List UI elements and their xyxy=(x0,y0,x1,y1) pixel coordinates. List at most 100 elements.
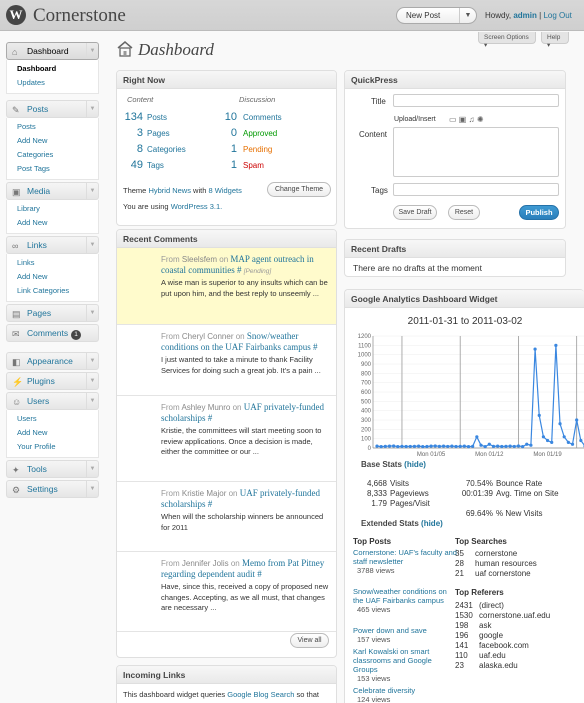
google-analytics-title[interactable]: Google Analytics Dashboard Widget xyxy=(345,290,584,308)
submenu-posts[interactable]: Posts xyxy=(17,120,98,134)
discussion-label[interactable]: Approved xyxy=(243,129,277,138)
tags-input[interactable] xyxy=(393,183,559,196)
google-blog-search-link[interactable]: Google Blog Search xyxy=(227,690,294,699)
comment-author[interactable]: Sleelsfem xyxy=(182,255,217,264)
discussion-label[interactable]: Pending xyxy=(243,145,272,154)
screen-options-button[interactable]: Screen Options ▾ xyxy=(478,32,536,49)
content-count[interactable]: 8 xyxy=(123,143,143,155)
menu-plugins[interactable]: ⚡ Plugins ▼ xyxy=(6,372,99,390)
discussion-count[interactable]: 10 xyxy=(221,111,237,123)
submenu-post-tags[interactable]: Post Tags xyxy=(17,162,98,176)
comment-author[interactable]: Ashley Munro xyxy=(181,403,230,412)
discussion-label[interactable]: Spam xyxy=(243,161,264,170)
comment-author[interactable]: Cheryl Conner xyxy=(182,332,234,341)
publish-button[interactable]: Publish xyxy=(519,205,559,220)
video-icon[interactable]: ▣ xyxy=(459,115,467,124)
save-draft-button[interactable]: Save Draft xyxy=(393,205,437,220)
incoming-pre: This dashboard widget queries xyxy=(123,690,226,699)
top-post-link[interactable]: Power down and save xyxy=(353,626,458,635)
favorite-actions-dropdown[interactable]: New Post ▼ xyxy=(396,7,477,24)
submenu-users[interactable]: Users xyxy=(17,412,98,426)
toggle-arrow-icon[interactable]: ▼ xyxy=(86,237,98,253)
menu-posts[interactable]: ✎ Posts ▼ xyxy=(6,100,99,118)
content-count[interactable]: 3 xyxy=(123,127,143,139)
logout-link[interactable]: Log Out xyxy=(543,11,571,20)
menu-links[interactable]: ∞ Links ▼ xyxy=(6,236,99,254)
submenu-categories[interactable]: Categories xyxy=(17,148,98,162)
discussion-label[interactable]: Comments xyxy=(243,113,282,122)
menu-settings[interactable]: ⚙ Settings ▼ xyxy=(6,480,99,498)
top-post-link[interactable]: Celebrate diversity xyxy=(353,686,458,695)
content-count[interactable]: 134 xyxy=(123,111,143,123)
site-title[interactable]: Cornerstone xyxy=(33,5,126,27)
discussion-count[interactable]: 1 xyxy=(221,159,237,171)
submenu-dashboard[interactable]: Dashboard xyxy=(17,62,98,76)
submenu-links[interactable]: Links xyxy=(17,256,98,270)
toggle-arrow-icon[interactable]: ▼ xyxy=(86,373,98,389)
recent-comments-title[interactable]: Recent Comments xyxy=(117,230,336,248)
submenu-add-new-user[interactable]: Add New xyxy=(17,426,98,440)
content-count[interactable]: 49 xyxy=(123,159,143,171)
image-icon[interactable]: ▭ xyxy=(449,115,457,124)
menu-comments[interactable]: ✉ Comments 1 xyxy=(6,324,99,342)
comment-author[interactable]: Jennifer Jolis xyxy=(182,559,229,568)
chevron-down-icon[interactable]: ▼ xyxy=(459,8,476,23)
wordpress-logo-icon[interactable]: W xyxy=(6,5,26,25)
submenu-add-new-media[interactable]: Add New xyxy=(17,216,98,230)
extended-stats-hide-link[interactable]: (hide) xyxy=(421,519,443,528)
theme-link[interactable]: Hybrid News xyxy=(148,186,191,195)
submenu-your-profile[interactable]: Your Profile xyxy=(17,440,98,454)
toggle-arrow-icon[interactable]: ▼ xyxy=(86,481,98,497)
toggle-arrow-icon[interactable]: ▼ xyxy=(86,393,98,409)
content-label[interactable]: Tags xyxy=(147,161,164,170)
help-button[interactable]: Help ▾ xyxy=(541,32,569,49)
top-post-link[interactable]: Cornerstone: UAF's faculty and staff new… xyxy=(353,548,458,566)
menu-media[interactable]: ▣ Media ▼ xyxy=(6,182,99,200)
submenu-library[interactable]: Library xyxy=(17,202,98,216)
reset-button[interactable]: Reset xyxy=(448,205,480,220)
content-textarea[interactable] xyxy=(393,127,559,177)
submenu-add-new-post[interactable]: Add New xyxy=(17,134,98,148)
incoming-links-title[interactable]: Incoming Links xyxy=(117,666,336,684)
wp-version-link[interactable]: WordPress 3.1. xyxy=(171,202,223,211)
toggle-arrow-icon[interactable]: ▼ xyxy=(86,183,98,199)
submenu-add-new-link[interactable]: Add New xyxy=(17,270,98,284)
toggle-arrow-icon[interactable]: ▼ xyxy=(86,305,98,321)
top-post-link[interactable]: Karl Kowalski on smart classrooms and Go… xyxy=(353,647,458,674)
view-all-button[interactable]: View all xyxy=(290,633,329,648)
audio-icon[interactable]: ♫ xyxy=(469,115,475,124)
quickpress-title[interactable]: QuickPress xyxy=(345,71,565,89)
change-theme-button[interactable]: Change Theme xyxy=(267,182,331,197)
discussion-count[interactable]: 1 xyxy=(221,143,237,155)
submenu-link-categories[interactable]: Link Categories xyxy=(17,284,98,298)
menu-dashboard[interactable]: ⌂ Dashboard ▼ xyxy=(6,42,99,60)
tools-icon: ✦ xyxy=(12,465,20,475)
content-label[interactable]: Posts xyxy=(147,113,167,122)
submenu-updates[interactable]: Updates xyxy=(17,76,98,90)
top-post-link[interactable]: Snow/weather conditions on the UAF Fairb… xyxy=(353,587,458,605)
base-stats-hide-link[interactable]: (hide) xyxy=(404,460,426,469)
data-point xyxy=(496,444,500,448)
toggle-arrow-icon[interactable]: ▼ xyxy=(86,43,98,59)
media-icon[interactable]: ✺ xyxy=(477,115,484,124)
widgets-link[interactable]: 8 Widgets xyxy=(208,186,241,195)
toggle-arrow-icon[interactable]: ▼ xyxy=(86,461,98,477)
content-label[interactable]: Pages xyxy=(147,129,170,138)
toggle-arrow-icon[interactable]: ▼ xyxy=(86,353,98,369)
recent-drafts-title[interactable]: Recent Drafts xyxy=(345,240,565,258)
menu-pages[interactable]: ▤ Pages ▼ xyxy=(6,304,99,322)
x-tick-label: Mon 01/05 xyxy=(417,452,446,458)
y-tick-label: 100 xyxy=(361,437,372,443)
toggle-arrow-icon[interactable]: ▼ xyxy=(86,101,98,117)
title-input[interactable] xyxy=(393,94,559,107)
menu-users[interactable]: ☺ Users ▼ xyxy=(6,392,99,410)
data-point xyxy=(479,443,483,447)
menu-appearance[interactable]: ◧ Appearance ▼ xyxy=(6,352,99,370)
discussion-count[interactable]: 0 xyxy=(221,127,237,139)
menu-tools[interactable]: ✦ Tools ▼ xyxy=(6,460,99,478)
user-link[interactable]: admin xyxy=(513,11,537,20)
right-now-title[interactable]: Right Now xyxy=(117,71,336,89)
comment-author[interactable]: Kristie Major xyxy=(182,489,226,498)
content-label[interactable]: Categories xyxy=(147,145,186,154)
discussion-row: 10 Comments xyxy=(221,111,282,123)
